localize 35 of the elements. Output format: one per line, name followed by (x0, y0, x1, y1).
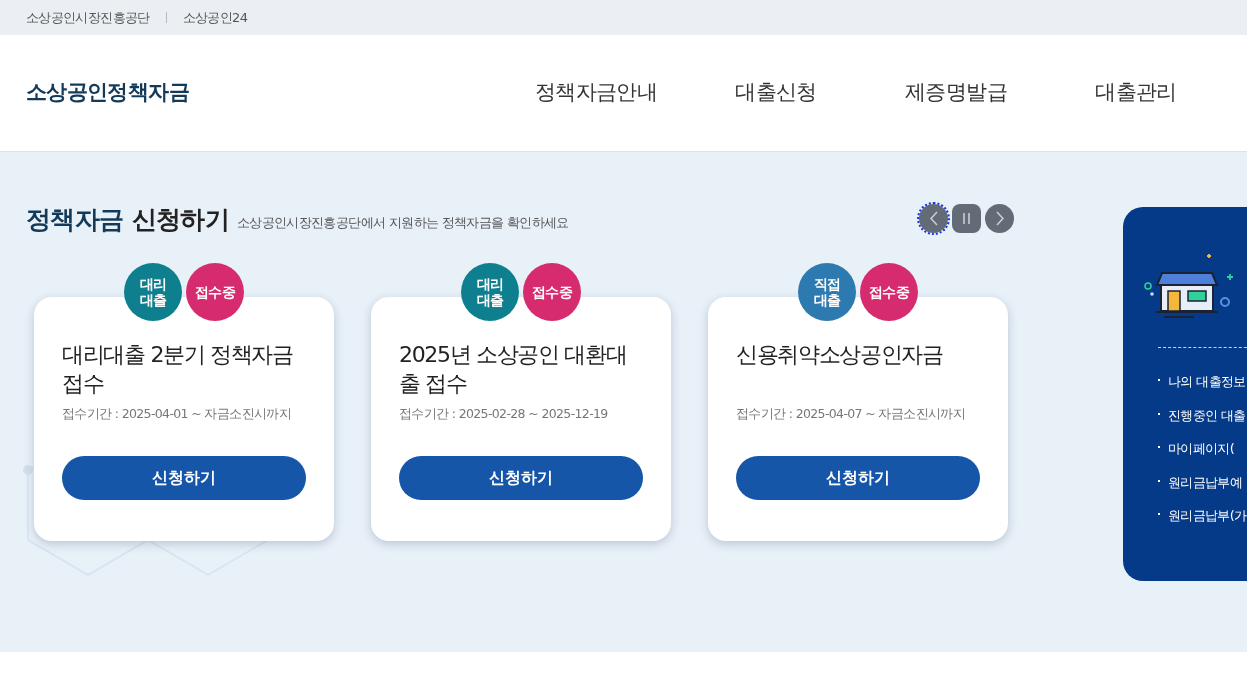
nav-link[interactable]: 정책자금안내 (506, 77, 686, 109)
panel-link[interactable]: 나의 대출정보 (1168, 372, 1246, 392)
panel-link[interactable]: 진행중인 대출 (1168, 405, 1246, 425)
card-title: 대리대출 2분기 정책자금 접수 (62, 341, 294, 398)
top-link[interactable]: 소상공인시장진흥공단 (26, 7, 150, 28)
panel-link[interactable]: 원리금납부(가 (1168, 506, 1247, 526)
section-title: 정책자금 신청하기 (26, 205, 229, 235)
status-badge: 접수중 (860, 263, 918, 321)
top-link[interactable]: 소상공인24 (182, 7, 248, 28)
application-period: 접수기간 : 2025-04-01 ~ 자금소진시까지 (62, 405, 292, 423)
section-subtitle: 소상공인시장진흥공단에서 지원하는 정책자금을 확인하세요 (236, 213, 569, 232)
apply-button[interactable]: 신청하기 (62, 455, 306, 500)
nav-link[interactable]: 제증명발급 (866, 77, 1046, 109)
card-title: 신용취약소상공인자금 (736, 341, 944, 369)
nav-link[interactable]: 대출신청 (686, 77, 866, 109)
application-period: 접수기간 : 2025-04-07 ~ 자금소진시까지 (736, 405, 966, 423)
site-logo[interactable]: 소상공인정책자금 (26, 77, 506, 109)
chevron-right-icon (995, 211, 1004, 226)
nav-link[interactable]: 대출관리 (1046, 77, 1226, 109)
pause-icon (963, 212, 970, 225)
apply-button[interactable]: 신청하기 (736, 455, 980, 500)
pause-button[interactable] (952, 204, 981, 233)
next-button[interactable] (985, 204, 1014, 233)
status-badge: 접수중 (186, 263, 244, 321)
loan-type-badge: 대리 대출 (124, 263, 182, 321)
loan-type-badge: 직접 대출 (798, 263, 856, 321)
panel-link[interactable]: 원리금납부예 (1168, 472, 1243, 492)
loan-type-badge: 대리 대출 (461, 263, 519, 321)
apply-button[interactable]: 신청하기 (399, 455, 643, 500)
card-title: 2025년 소상공인 대환대출 접수 (399, 341, 628, 398)
previous-button[interactable] (919, 204, 948, 233)
application-period: 접수기간 : 2025-02-28 ~ 2025-12-19 (399, 405, 609, 423)
panel-link[interactable]: 마이페이지( (1168, 439, 1235, 459)
status-badge: 접수중 (523, 263, 581, 321)
chevron-left-icon (929, 211, 938, 226)
